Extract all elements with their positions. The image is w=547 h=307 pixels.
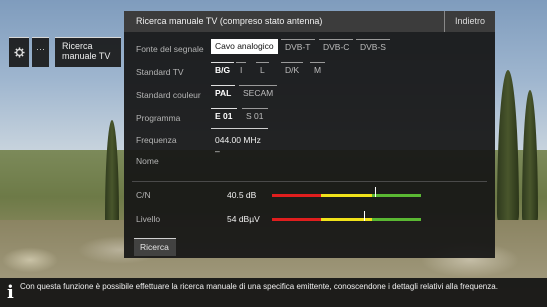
info-bar: i Con questa funzione è possibile effett… <box>0 278 547 307</box>
frequency-field-underline <box>211 128 268 129</box>
back-button[interactable]: Indietro <box>444 11 495 32</box>
more-dots-label: ··· <box>36 44 45 54</box>
panel-header: Ricerca manuale TV (compreso stato anten… <box>124 11 495 32</box>
panel-title: Ricerca manuale TV (compreso stato anten… <box>136 16 323 26</box>
level-meter-marker <box>364 211 366 221</box>
cn-value: 40.5 dB <box>227 190 257 200</box>
option-s01[interactable]: S 01 <box>242 108 268 123</box>
level-meter <box>272 218 421 221</box>
frequency-label: Frequenza <box>136 135 177 145</box>
more-menu-button[interactable]: ··· <box>32 37 49 67</box>
option-m[interactable]: M <box>310 62 326 77</box>
meter-red-segment <box>272 218 322 221</box>
tv-standard-label: Standard TV <box>136 67 184 77</box>
meter-green-segment <box>371 194 421 197</box>
color-standard-label: Standard couleur <box>136 90 201 100</box>
option-dvb-c[interactable]: DVB-C <box>319 39 354 54</box>
option-secam[interactable]: SECAM <box>239 85 278 100</box>
frequency-value[interactable]: 044.00 MHz <box>215 135 261 145</box>
search-button-label: Ricerca <box>140 242 169 252</box>
option-dk[interactable]: D/K <box>281 62 304 77</box>
option-pal[interactable]: PAL <box>211 85 236 100</box>
meter-red-segment <box>272 194 322 197</box>
option-l[interactable]: L <box>256 62 269 77</box>
breadcrumb-current-item[interactable]: Ricerca manuale TV <box>55 37 121 67</box>
level-value: 54 dBµV <box>227 214 260 224</box>
cn-meter-marker <box>374 187 376 197</box>
search-button[interactable]: Ricerca <box>134 238 176 256</box>
gear-icon <box>13 47 25 58</box>
option-bg[interactable]: B/G <box>211 62 235 77</box>
option-e01[interactable]: E 01 <box>211 108 237 123</box>
program-label: Programma <box>136 113 181 123</box>
name-label: Nome <box>136 156 159 166</box>
name-value[interactable]: – <box>215 146 220 156</box>
meter-green-segment <box>371 218 421 221</box>
settings-button[interactable] <box>9 37 29 67</box>
cn-label: C/N <box>136 190 151 200</box>
breadcrumb-label: Ricerca manuale TV <box>62 41 111 61</box>
divider <box>132 181 487 182</box>
info-text: Con questa funzione è possibile effettua… <box>20 282 498 291</box>
manual-search-panel: Ricerca manuale TV (compreso stato anten… <box>124 11 495 258</box>
option-cavo-analogico[interactable]: Cavo analogico <box>211 39 278 54</box>
option-dvb-s[interactable]: DVB-S <box>356 39 390 54</box>
option-i[interactable]: I <box>236 62 247 77</box>
level-label: Livello <box>136 214 161 224</box>
info-icon: i <box>7 282 14 303</box>
signal-source-label: Fonte del segnale <box>136 44 204 54</box>
cn-meter <box>272 194 421 197</box>
option-dvb-t[interactable]: DVB-T <box>281 39 315 54</box>
meter-yellow-segment <box>321 194 372 197</box>
